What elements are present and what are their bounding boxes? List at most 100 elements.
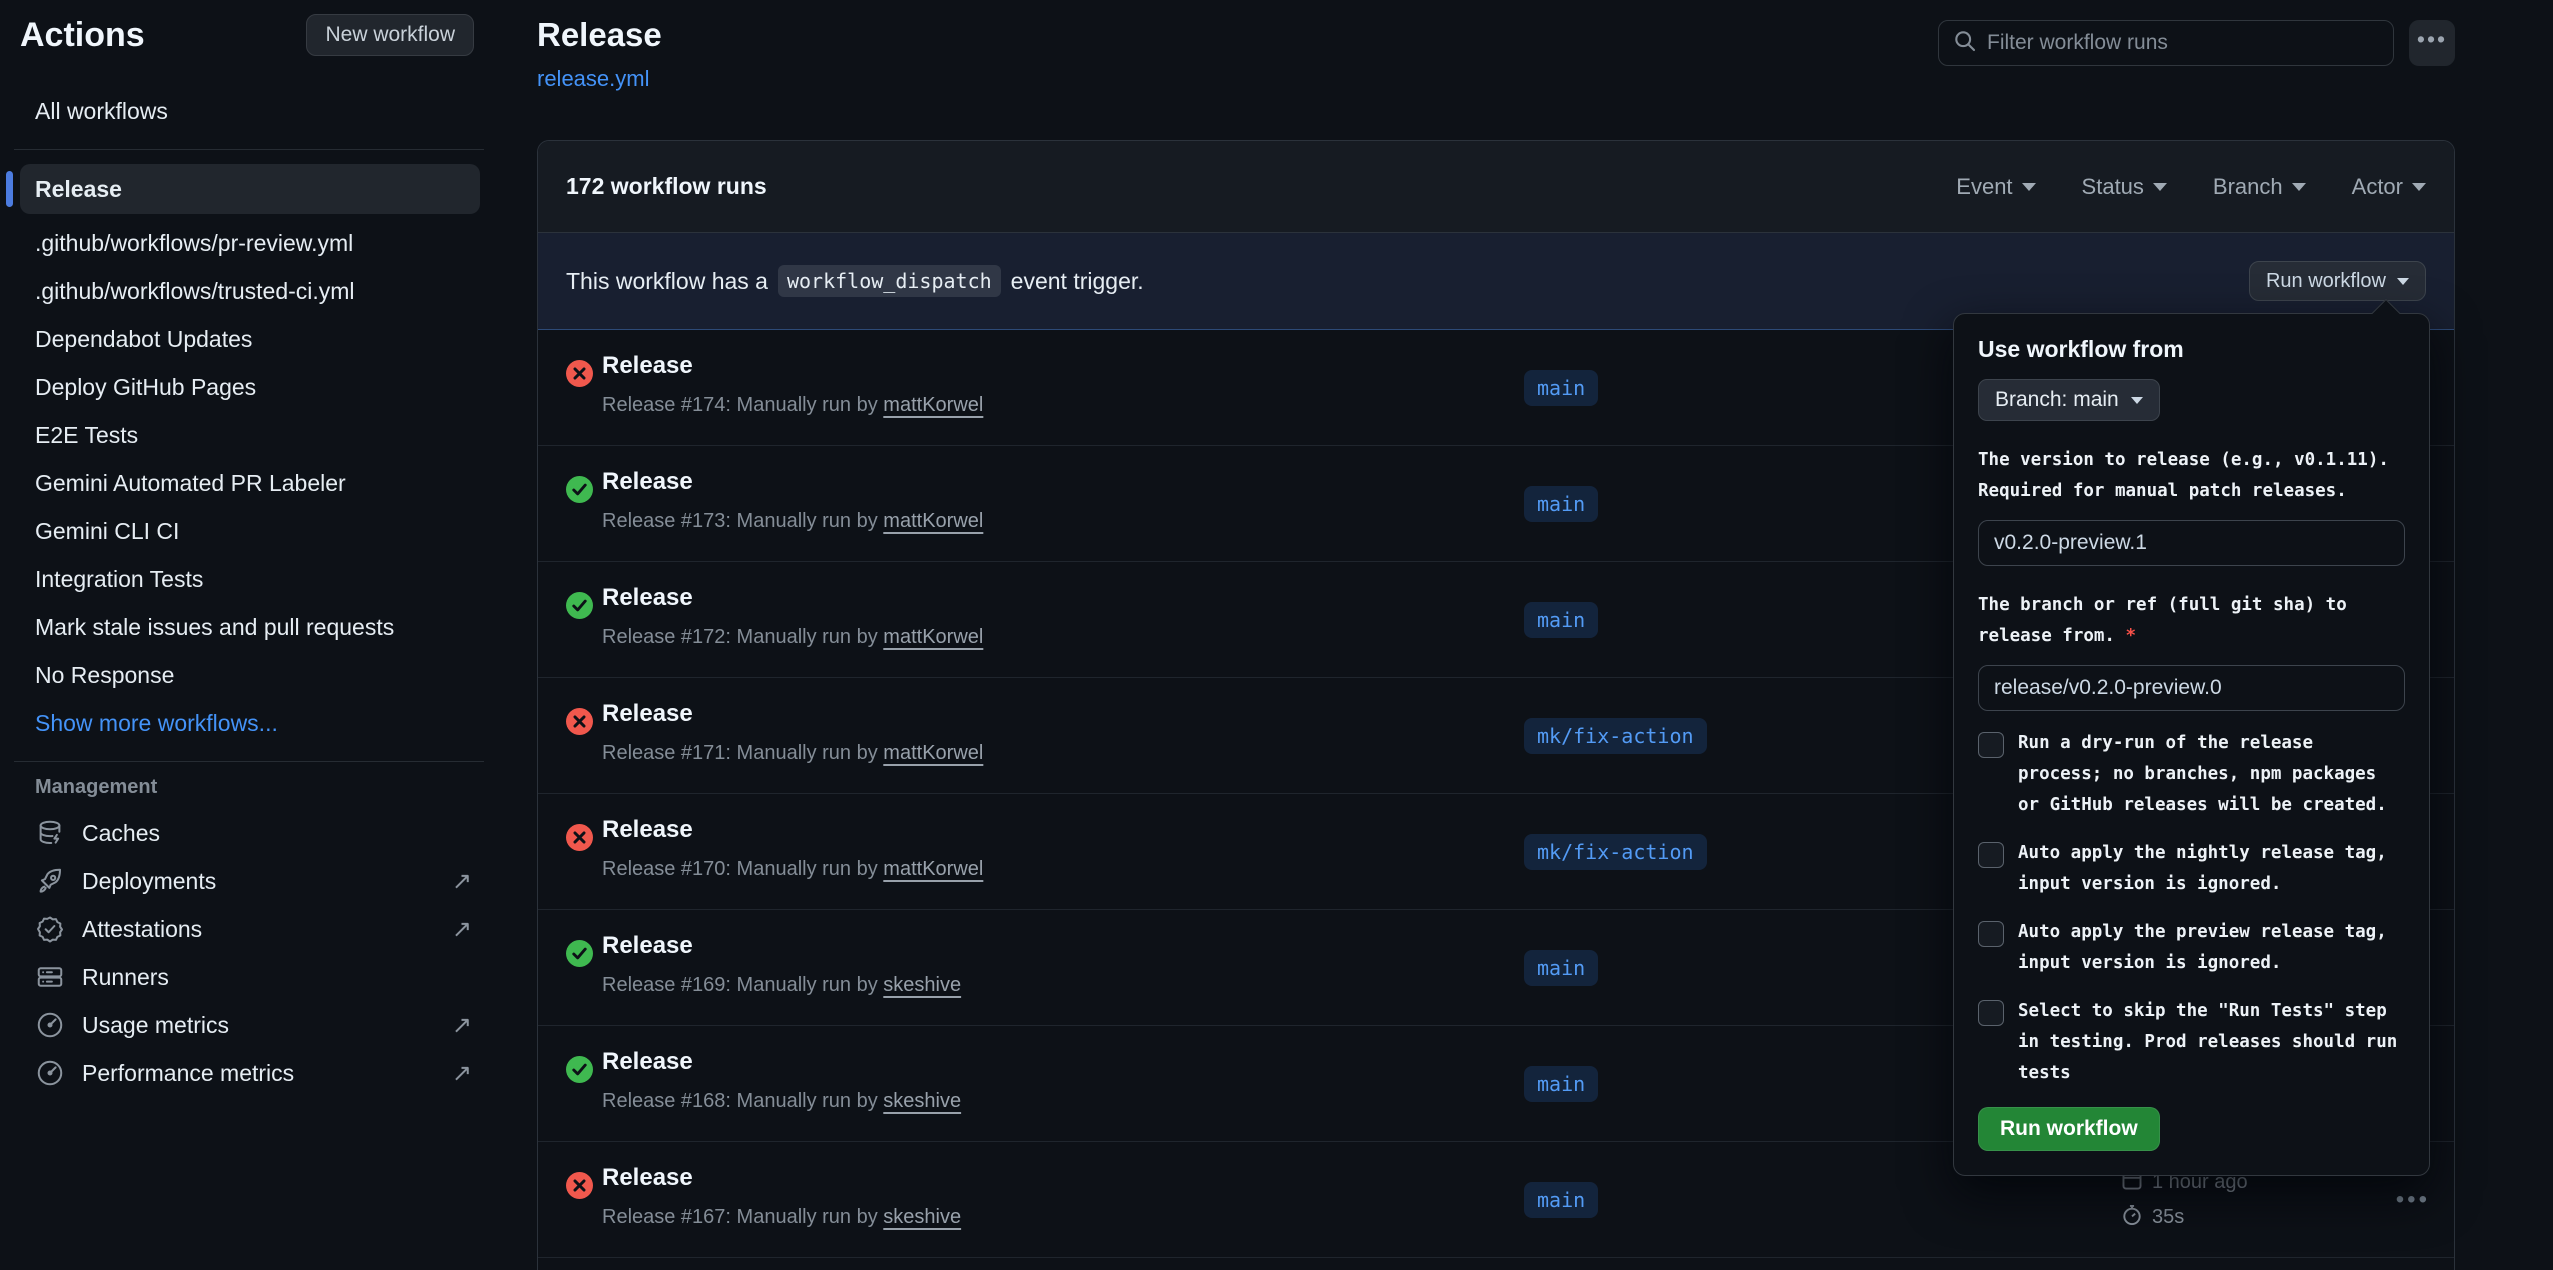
status-success-icon [566, 1056, 593, 1083]
status-success-icon [566, 592, 593, 619]
management-section-label: Management [35, 776, 480, 799]
runs-count: 172 workflow runs [566, 173, 767, 200]
workflow-nav: All workflows Release .github/workflows/… [20, 88, 480, 1097]
skip-tests-checkbox[interactable] [1978, 1000, 2004, 1026]
sidebar-item-pr-review[interactable]: .github/workflows/pr-review.yml [20, 220, 480, 267]
workflow-options-kebab-button[interactable]: ••• [2409, 20, 2455, 66]
actor-link[interactable]: skeshive [883, 1206, 961, 1228]
version-input[interactable] [1978, 520, 2405, 566]
sidebar-item-e2e-tests[interactable]: E2E Tests [20, 412, 480, 459]
branch-selector-button[interactable]: Branch: main [1978, 379, 2160, 421]
status-failure-icon [566, 708, 593, 735]
skip-tests-label[interactable]: Select to skip the "Run Tests" step in t… [2018, 996, 2397, 1089]
nightly-tag-option: Auto apply the nightly release tag, inpu… [1978, 838, 2405, 900]
branch-pill[interactable]: main [1524, 1066, 1598, 1102]
actor-filter-dropdown[interactable]: Actor [2352, 174, 2426, 200]
actor-link[interactable]: mattKorwel [883, 510, 983, 532]
nightly-tag-label[interactable]: Auto apply the nightly release tag, inpu… [2018, 838, 2397, 900]
run-workflow-dropdown-button[interactable]: Run workflow [2249, 261, 2426, 301]
sidebar-item-caches[interactable]: Caches [20, 809, 480, 857]
run-workflow-submit-button[interactable]: Run workflow [1978, 1107, 2160, 1151]
mgmt-item-label: Performance metrics [82, 1060, 294, 1087]
workflow-dispatch-code: workflow_dispatch [778, 265, 1001, 297]
sidebar-item-attestations[interactable]: Attestations ↗ [20, 905, 480, 953]
actor-link[interactable]: mattKorwel [883, 858, 983, 880]
sidebar-item-mark-stale[interactable]: Mark stale issues and pull requests [20, 604, 480, 651]
chevron-down-icon [2292, 183, 2306, 191]
sidebar-item-integration-tests[interactable]: Integration Tests [20, 556, 480, 603]
mgmt-item-label: Deployments [82, 868, 216, 895]
sidebar-item-gemini-pr-labeler[interactable]: Gemini Automated PR Labeler [20, 460, 480, 507]
sidebar-item-gemini-cli-ci[interactable]: Gemini CLI CI [20, 508, 480, 555]
meter-icon [35, 1058, 65, 1088]
actor-link[interactable]: mattKorwel [883, 742, 983, 764]
actor-link[interactable]: skeshive [883, 1090, 961, 1112]
nightly-tag-checkbox[interactable] [1978, 842, 2004, 868]
status-failure-icon [566, 824, 593, 851]
status-failure-icon [566, 360, 593, 387]
banner-text-prefix: This workflow has a [566, 268, 768, 295]
filter-workflow-runs-input[interactable] [1987, 31, 2379, 55]
event-filter-dropdown[interactable]: Event [1956, 174, 2035, 200]
actor-link[interactable]: mattKorwel [883, 626, 983, 648]
new-workflow-button[interactable]: New workflow [306, 14, 474, 56]
actor-link[interactable]: mattKorwel [883, 394, 983, 416]
branch-filter-dropdown[interactable]: Branch [2213, 174, 2306, 200]
branch-pill[interactable]: main [1524, 486, 1598, 522]
external-link-icon: ↗ [452, 1059, 472, 1088]
mgmt-item-label: Attestations [82, 916, 202, 943]
chevron-down-icon [2022, 183, 2036, 191]
run-workflow-panel: Use workflow from Branch: main The versi… [1953, 313, 2430, 1176]
branch-pill[interactable]: main [1524, 370, 1598, 406]
run-duration: 35s [2152, 1206, 2184, 1229]
preview-tag-option: Auto apply the preview release tag, inpu… [1978, 917, 2405, 979]
actions-sidebar: Actions New workflow All workflows Relea… [0, 0, 500, 1270]
external-link-icon: ↗ [452, 1011, 472, 1040]
mgmt-item-label: Caches [82, 820, 160, 847]
workflow-file-link[interactable]: release.yml [537, 66, 649, 92]
dry-run-option: Run a dry-run of the release process; no… [1978, 728, 2405, 821]
external-link-icon: ↗ [452, 915, 472, 944]
sidebar-item-performance-metrics[interactable]: Performance metrics ↗ [20, 1049, 480, 1097]
ref-help-text: The branch or ref (full git sha) to rele… [1978, 590, 2405, 652]
skip-tests-option: Select to skip the "Run Tests" step in t… [1978, 996, 2405, 1089]
run-options-kebab[interactable]: ••• [2396, 1186, 2430, 1214]
sidebar-item-no-response[interactable]: No Response [20, 652, 480, 699]
page-title: Release [537, 16, 662, 54]
dry-run-checkbox[interactable] [1978, 732, 2004, 758]
status-success-icon [566, 940, 593, 967]
branch-pill[interactable]: main [1524, 950, 1598, 986]
sidebar-item-usage-metrics[interactable]: Usage metrics ↗ [20, 1001, 480, 1049]
branch-pill[interactable]: main [1524, 602, 1598, 638]
status-failure-icon [566, 1172, 593, 1199]
search-icon [1953, 29, 1977, 58]
caches-icon [35, 818, 65, 848]
rocket-icon [35, 866, 65, 896]
filter-runs-searchbox[interactable] [1938, 20, 2394, 66]
mgmt-item-label: Runners [82, 964, 169, 991]
sidebar-item-trusted-ci[interactable]: .github/workflows/trusted-ci.yml [20, 268, 480, 315]
dry-run-label[interactable]: Run a dry-run of the release process; no… [2018, 728, 2397, 821]
branch-pill[interactable]: mk/fix-action [1524, 834, 1707, 870]
branch-pill[interactable]: mk/fix-action [1524, 718, 1707, 754]
sidebar-item-all-workflows[interactable]: All workflows [20, 88, 480, 135]
status-filter-dropdown[interactable]: Status [2082, 174, 2167, 200]
mgmt-item-label: Usage metrics [82, 1012, 229, 1039]
sidebar-item-runners[interactable]: Runners [20, 953, 480, 1001]
actor-link[interactable]: skeshive [883, 974, 961, 996]
show-more-workflows-link[interactable]: Show more workflows... [20, 700, 480, 747]
selected-accent-bar [6, 171, 13, 207]
runs-list-header: 172 workflow runs Event Status Branch Ac… [538, 141, 2454, 233]
stopwatch-icon [2121, 1204, 2143, 1232]
branch-pill[interactable]: main [1524, 1182, 1598, 1218]
preview-tag-label[interactable]: Auto apply the preview release tag, inpu… [2018, 917, 2397, 979]
server-icon [35, 962, 65, 992]
sidebar-item-dependabot-updates[interactable]: Dependabot Updates [20, 316, 480, 363]
sidebar-item-deployments[interactable]: Deployments ↗ [20, 857, 480, 905]
preview-tag-checkbox[interactable] [1978, 921, 2004, 947]
ref-input[interactable] [1978, 665, 2405, 711]
sidebar-item-release[interactable]: Release [20, 164, 480, 214]
required-asterisk: * [2126, 626, 2137, 646]
sidebar-divider [14, 761, 484, 762]
sidebar-item-deploy-github-pages[interactable]: Deploy GitHub Pages [20, 364, 480, 411]
